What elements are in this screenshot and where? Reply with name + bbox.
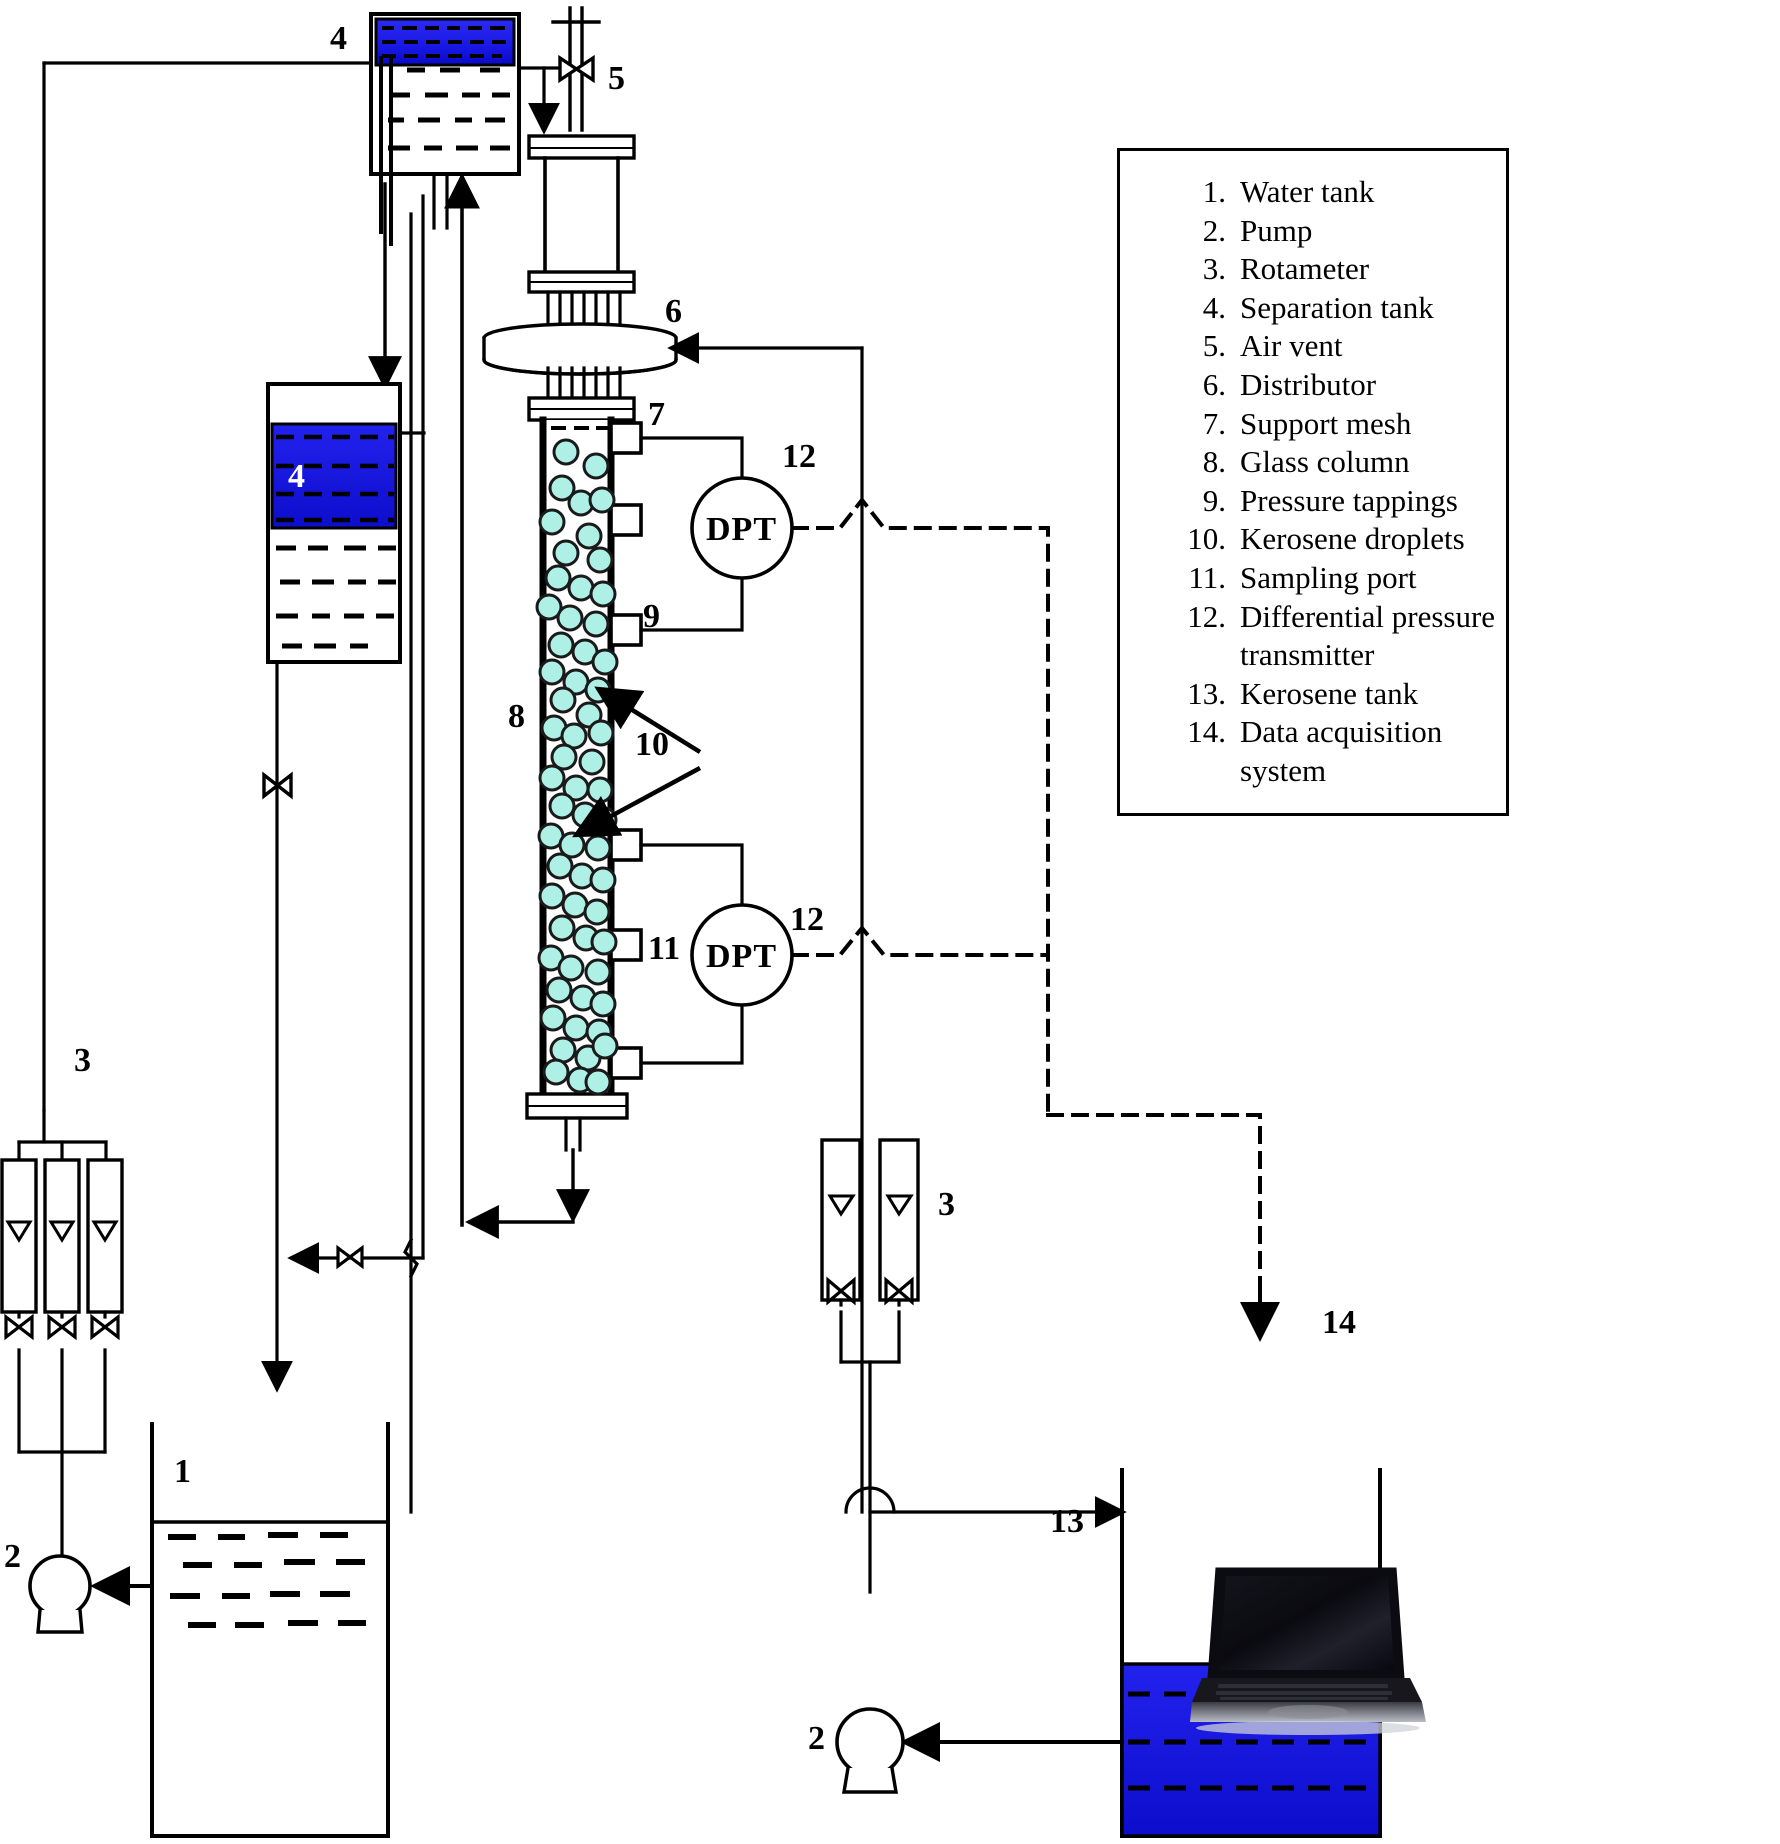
- legend-item: 5. Air vent: [1172, 327, 1496, 366]
- legend-item-label: Support mesh: [1240, 405, 1412, 441]
- legend-item-label: Pressure tappings: [1240, 482, 1458, 518]
- legend-item: 11. Sampling port: [1172, 559, 1496, 598]
- legend-item: 12. Differential pressure transmitter: [1172, 598, 1496, 675]
- callout-rotameter-left: 3: [74, 1042, 91, 1079]
- legend-item-label: Glass column: [1240, 444, 1410, 480]
- diagram-vector-layer: [0, 6, 1382, 1838]
- callout-pressure-tappings: 9: [643, 598, 660, 635]
- callout-sampling-port: 11: [648, 930, 681, 967]
- process-flow-diagram: 1. Water tank 2. Pump 3. Rotameter 4. Separa…: [0, 0, 1780, 1844]
- legend-item-number: 13.: [1187, 675, 1226, 711]
- callout-distributor: 6: [665, 293, 682, 330]
- legend-item-number: 10.: [1187, 521, 1226, 557]
- callout-dpt-lower: 12: [790, 901, 824, 938]
- legend-item-number: 12.: [1187, 598, 1226, 634]
- legend-item: 4. Separation tank: [1172, 289, 1496, 328]
- legend-item-number: 4.: [1202, 289, 1226, 325]
- callout-glass-column: 8: [508, 698, 525, 735]
- legend-item: 3. Rotameter: [1172, 250, 1496, 289]
- legend-item: 2. Pump: [1172, 212, 1496, 251]
- legend-item: 10. Kerosene droplets: [1172, 520, 1496, 559]
- dpt-lower-label: DPT: [706, 938, 777, 975]
- legend-item-number: 14.: [1187, 714, 1226, 750]
- callout-pump-right: 2: [808, 1720, 825, 1757]
- callout-water-tank: 1: [174, 1453, 191, 1490]
- legend-item-label: Rotameter: [1240, 251, 1370, 287]
- callout-dpt-upper: 12: [782, 438, 816, 475]
- legend-item-number: 7.: [1202, 405, 1226, 441]
- legend-item-label: Distributor: [1240, 366, 1377, 402]
- legend-item-label: Separation tank: [1240, 289, 1434, 325]
- legend-item-number: 6.: [1202, 366, 1226, 402]
- legend-box: 1. Water tank 2. Pump 3. Rotameter 4. Separa…: [1117, 148, 1509, 816]
- legend-item: 8. Glass column: [1172, 443, 1496, 482]
- callout-separation-tank-top: 4: [330, 20, 347, 57]
- legend-item-label: Data acquisition system: [1240, 714, 1443, 788]
- callout-rotameter-right: 3: [938, 1186, 955, 1223]
- legend-item-label: Air vent: [1240, 328, 1343, 364]
- callout-support-mesh: 7: [648, 396, 665, 433]
- legend-item: 7. Support mesh: [1172, 405, 1496, 444]
- callout-separation-tank-mid: 4: [288, 458, 305, 495]
- legend-item-number: 3.: [1202, 251, 1226, 287]
- legend-item-label: Kerosene droplets: [1240, 521, 1465, 557]
- legend-item: 9. Pressure tappings: [1172, 482, 1496, 521]
- callout-kerosene-droplets: 10: [635, 726, 669, 763]
- legend-item-label: Sampling port: [1240, 559, 1417, 595]
- legend-item-label: Water tank: [1240, 174, 1375, 209]
- legend-list: 1. Water tank 2. Pump 3. Rotameter 4. Separa…: [1120, 151, 1506, 791]
- legend-item: 6. Distributor: [1172, 366, 1496, 405]
- legend-item-number: 11.: [1188, 559, 1226, 595]
- data-acquisition-laptop: [1190, 1567, 1426, 1735]
- legend-item-number: 1.: [1202, 174, 1226, 209]
- legend-item-label: Kerosene tank: [1240, 675, 1419, 711]
- legend-item: 1. Water tank: [1172, 173, 1496, 212]
- legend-item: 13. Kerosene tank: [1172, 675, 1496, 714]
- legend-item-label: Pump: [1240, 212, 1313, 248]
- callout-kerosene-tank: 13: [1050, 1503, 1084, 1540]
- legend-item-number: 8.: [1202, 444, 1226, 480]
- legend-item-number: 9.: [1202, 482, 1226, 518]
- callout-pump-left: 2: [4, 1538, 21, 1575]
- legend-item: 14. Data acquisition system: [1172, 713, 1496, 790]
- callout-air-vent: 5: [608, 60, 625, 97]
- legend-item-number: 2.: [1202, 212, 1226, 248]
- dpt-upper-label: DPT: [706, 511, 777, 548]
- legend-item-label: Differential pressure transmitter: [1240, 598, 1496, 673]
- callout-data-acquisition: 14: [1322, 1304, 1356, 1341]
- legend-item-number: 5.: [1202, 328, 1226, 364]
